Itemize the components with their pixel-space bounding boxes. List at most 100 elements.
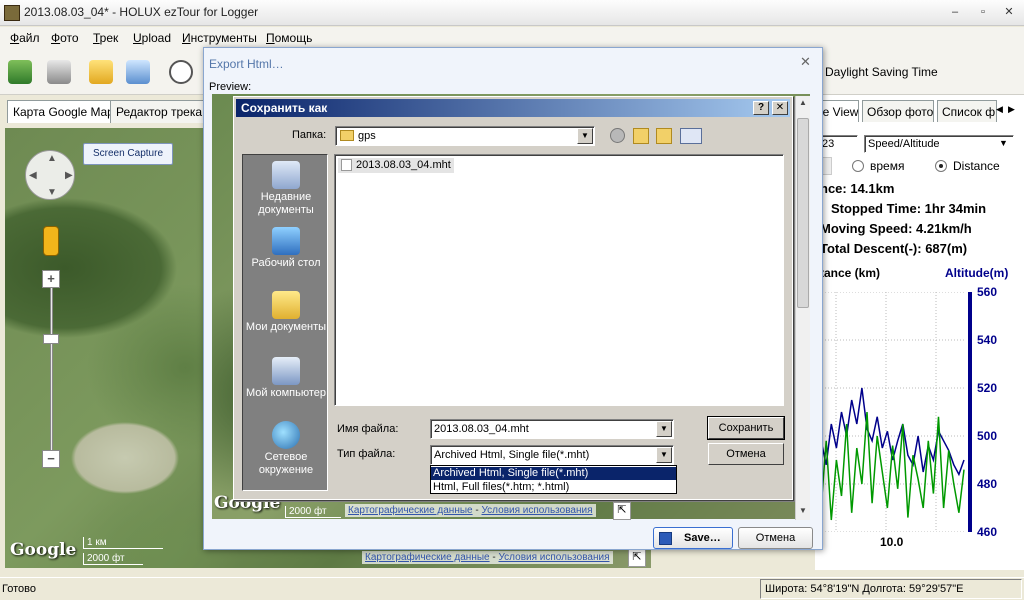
chart-y-axis-line (968, 292, 972, 532)
stat-moving-speed: Moving Speed: 4.21km/h (820, 221, 972, 236)
new-folder-icon[interactable] (656, 128, 672, 144)
terms-link[interactable]: Условия использования (499, 552, 610, 563)
help-button[interactable]: ? (753, 101, 769, 115)
file-item[interactable]: 2013.08.03_04.mht (338, 158, 454, 173)
preview-resize-corner-icon[interactable]: ⇱ (613, 502, 631, 520)
chart-y-tick: 480 (977, 477, 998, 491)
pan-up-icon[interactable]: ▲ (47, 153, 57, 164)
save-button[interactable]: Сохранить (707, 416, 785, 440)
file-list[interactable]: 2013.08.03_04.mht (334, 154, 784, 406)
view-menu-icon[interactable] (680, 128, 702, 144)
minimize-button[interactable]: – (944, 4, 966, 20)
graph-type-dropdown-icon[interactable]: ▼ (999, 138, 1008, 148)
time-button[interactable] (164, 55, 198, 89)
photos-button[interactable] (121, 55, 155, 89)
filetype-value: Archived Html, Single file(*.mht) (434, 449, 590, 461)
maximize-button[interactable]: ▫ (972, 4, 994, 20)
pan-control[interactable]: ▲ ▼ ◀ ▶ (25, 150, 75, 200)
back-icon[interactable] (610, 128, 625, 143)
recent-documents-icon (272, 161, 300, 189)
open-folder-button[interactable] (84, 55, 118, 89)
scroll-up-icon[interactable]: ▲ (796, 96, 810, 110)
scale-ft: 2000 фт (83, 553, 143, 565)
credits-separator: - (489, 552, 499, 563)
cancel-button[interactable]: Отмена (708, 443, 784, 465)
tab-photo-overview[interactable]: Обзор фото (862, 100, 934, 122)
export-cancel-button[interactable]: Отмена (738, 527, 813, 549)
file-item-name: 2013.08.03_04.mht (356, 159, 451, 171)
resize-corner-icon[interactable]: ⇱ (628, 549, 646, 567)
main-title-bar: 2013.08.03_04* - HOLUX ezTour for Logger… (0, 0, 1024, 26)
network-icon (272, 421, 300, 449)
filetype-option-mht[interactable]: Archived Html, Single file(*.mht) (431, 467, 676, 480)
floppy-icon (659, 532, 672, 545)
graph-type-combo[interactable]: Speed/Altitude (864, 135, 1014, 153)
tab-track-editor[interactable]: Редактор трека (110, 100, 209, 123)
radio-time-label: время (870, 159, 905, 173)
pan-down-icon[interactable]: ▼ (47, 187, 57, 198)
preview-scale-ft: 2000 фт (285, 506, 341, 518)
radio-distance-label: Distance (953, 159, 1000, 173)
stat-stopped-time: Stopped Time: 1hr 34min (831, 201, 987, 216)
scale-km: 1 км (83, 537, 163, 549)
radio-distance[interactable] (935, 160, 947, 172)
tab-photo-list[interactable]: Список ф (937, 100, 997, 122)
close-button[interactable]: ✕ (998, 4, 1020, 20)
map-credits: Картографические данные - Условия исполь… (362, 551, 613, 564)
zoom-out-button[interactable]: − (42, 450, 60, 468)
export-dialog-title: Export Html… (209, 57, 284, 71)
zoom-slider-handle[interactable] (43, 334, 59, 344)
folder-dropdown-icon[interactable]: ▼ (577, 128, 593, 144)
status-bar: Готово Широта: 54°8'19"N Долгота: 59°29'… (0, 577, 1024, 600)
preview-scrollbar[interactable]: ▲ ▼ (795, 96, 810, 520)
settings-button[interactable] (42, 55, 76, 89)
place-my-documents[interactable]: Мои документы (243, 291, 329, 334)
pan-right-icon[interactable]: ▶ (65, 170, 73, 181)
up-folder-icon[interactable] (633, 128, 649, 144)
folder-label: Папка: (292, 129, 327, 141)
filename-combo[interactable]: 2013.08.03_04.mht ▼ (430, 419, 674, 439)
place-desktop[interactable]: Рабочий стол (243, 227, 329, 270)
menu-upload[interactable]: Upload (133, 31, 171, 45)
menu-help[interactable]: Помощь (266, 31, 312, 45)
menu-photo[interactable]: Фото (51, 31, 79, 45)
scroll-down-icon[interactable]: ▼ (796, 504, 810, 518)
place-recent[interactable]: Недавние документы (243, 161, 329, 217)
folder-open-icon (89, 60, 113, 84)
tab-scroll-left-icon[interactable]: ◀ (996, 104, 1003, 115)
place-my-computer[interactable]: Мой компьютер (243, 357, 329, 400)
filetype-dropdown-icon[interactable]: ▼ (656, 447, 672, 463)
unit-combo[interactable]: 23 (818, 135, 858, 153)
preview-map-credits: Картографические данные - Условия исполь… (345, 504, 596, 517)
folder-value: gps (358, 130, 376, 142)
menu-tools[interactable]: Инструменты (182, 31, 257, 45)
save-as-title: Сохранить как (241, 101, 328, 115)
download-button[interactable] (3, 55, 37, 89)
preview-terms-link[interactable]: Условия использования (482, 505, 593, 516)
save-as-close-button[interactable]: ✕ (772, 101, 788, 115)
folder-combo[interactable]: gps ▼ (335, 126, 595, 146)
scroll-thumb[interactable] (797, 118, 809, 308)
menu-file[interactable]: Файл (10, 31, 40, 45)
filetype-combo[interactable]: Archived Html, Single file(*.mht) ▼ (430, 445, 674, 465)
filetype-option-html[interactable]: Html, Full files(*.htm; *.html) (431, 481, 676, 494)
zoom-in-button[interactable]: + (42, 270, 60, 288)
place-network[interactable]: Сетевое окружение (243, 421, 329, 477)
tab-google-map[interactable]: Карта Google Map (7, 100, 120, 123)
export-dialog-close-button[interactable]: ✕ (800, 54, 811, 70)
filename-dropdown-icon[interactable]: ▼ (656, 421, 672, 437)
radio-time[interactable] (852, 160, 864, 172)
dst-label: Daylight Saving Time (825, 65, 938, 79)
street-view-pegman-icon[interactable] (43, 226, 59, 256)
menu-track[interactable]: Трек (93, 31, 118, 45)
preview-map-data-link[interactable]: Картографические данные (348, 505, 473, 516)
map-data-link[interactable]: Картографические данные (365, 552, 490, 563)
tab-scroll-right-icon[interactable]: ▶ (1008, 104, 1015, 115)
export-save-button[interactable]: Save… (653, 527, 733, 549)
pan-left-icon[interactable]: ◀ (29, 170, 37, 181)
screen-capture-button[interactable]: Screen Capture (83, 143, 173, 165)
save-as-caption: Сохранить как ? ✕ (236, 99, 790, 117)
elevation-chart (816, 292, 972, 532)
zoom-track[interactable] (50, 285, 53, 460)
place-recent-label: Недавние документы (258, 191, 314, 216)
